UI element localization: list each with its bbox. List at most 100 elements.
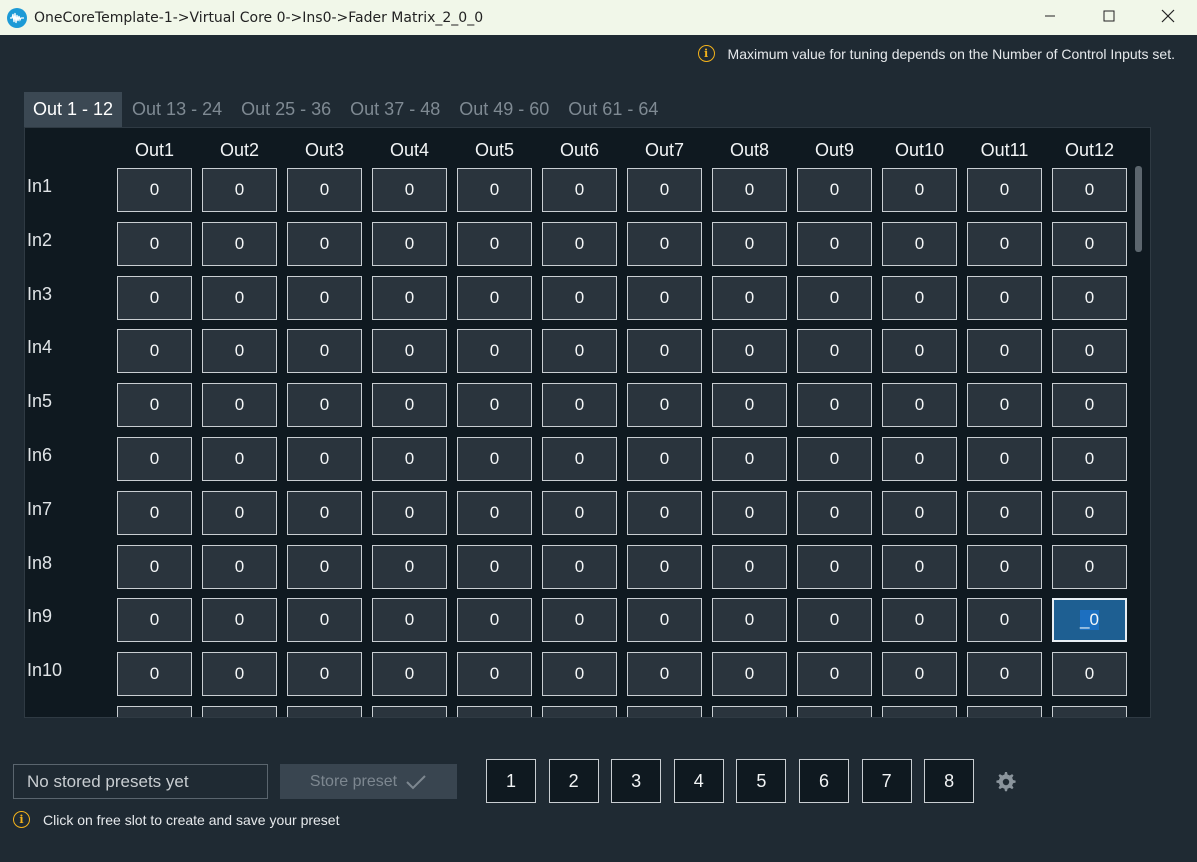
matrix-cell[interactable] — [542, 706, 617, 717]
matrix-cell[interactable]: 0 — [542, 168, 617, 212]
matrix-cell[interactable]: 0 — [117, 168, 192, 212]
matrix-cell[interactable]: 0 — [797, 329, 872, 374]
matrix-cell[interactable]: 0 — [797, 383, 872, 428]
matrix-cell[interactable]: 0 — [457, 329, 532, 374]
matrix-cell[interactable]: 0 — [202, 544, 277, 589]
store-preset-button[interactable]: Store preset — [280, 764, 457, 799]
matrix-cell[interactable]: 0 — [797, 598, 872, 643]
matrix-cell[interactable]: 0 — [372, 437, 447, 481]
matrix-cell[interactable]: 0 — [117, 652, 192, 697]
matrix-cell[interactable]: 0 — [1052, 275, 1127, 320]
matrix-cell[interactable]: 0 — [967, 437, 1042, 481]
matrix-cell[interactable]: 0 — [117, 598, 192, 643]
matrix-cell[interactable]: 0 — [457, 652, 532, 697]
matrix-cell[interactable]: 0 — [1052, 329, 1127, 374]
matrix-cell[interactable]: 0 — [712, 221, 787, 266]
matrix-cell[interactable]: 0 — [797, 275, 872, 320]
matrix-cell[interactable]: 0 — [967, 221, 1042, 266]
matrix-cell[interactable]: 0 — [117, 437, 192, 481]
matrix-cell[interactable]: 0 — [457, 437, 532, 481]
matrix-cell[interactable] — [797, 706, 872, 717]
tab-out-1[interactable]: Out 1 - 12 — [24, 92, 123, 127]
gear-icon[interactable] — [993, 770, 1017, 794]
matrix-cell[interactable]: 0 — [797, 168, 872, 212]
matrix-cell[interactable]: 0 — [882, 383, 957, 428]
matrix-cell[interactable]: 0 — [1052, 383, 1127, 428]
matrix-cell[interactable]: 0 — [202, 383, 277, 428]
matrix-cell[interactable]: 0 — [117, 544, 192, 589]
matrix-cell[interactable] — [967, 706, 1042, 717]
matrix-cell[interactable]: 0 — [457, 221, 532, 266]
matrix-cell[interactable] — [882, 706, 957, 717]
matrix-cell[interactable]: 0 — [797, 544, 872, 589]
matrix-cell[interactable]: 0 — [712, 383, 787, 428]
matrix-cell[interactable]: 0 — [797, 221, 872, 266]
matrix-cell[interactable]: 0 — [457, 168, 532, 212]
tab-out-4[interactable]: Out 37 - 48 — [341, 92, 449, 127]
matrix-cell[interactable]: 0 — [882, 598, 957, 643]
matrix-cell[interactable]: 0 — [287, 275, 362, 320]
preset-status-field[interactable]: No stored presets yet — [13, 764, 268, 799]
matrix-cell[interactable]: 0 — [202, 490, 277, 535]
matrix-cell[interactable]: 0 — [287, 437, 362, 481]
matrix-cell[interactable]: 0 — [1052, 168, 1127, 212]
matrix-cell[interactable]: 0 — [457, 544, 532, 589]
matrix-cell[interactable]: 0 — [542, 544, 617, 589]
close-button[interactable] — [1138, 0, 1197, 32]
matrix-cell[interactable]: 0 — [627, 221, 702, 266]
matrix-cell[interactable]: 0 — [967, 652, 1042, 697]
matrix-cell[interactable]: 0 — [372, 221, 447, 266]
matrix-cell[interactable]: 0 — [712, 275, 787, 320]
matrix-cell[interactable] — [1052, 706, 1127, 717]
matrix-cell[interactable]: 0 — [967, 544, 1042, 589]
matrix-cell[interactable]: 0 — [967, 383, 1042, 428]
matrix-cell[interactable]: 0 — [882, 275, 957, 320]
matrix-cell[interactable]: 0 — [542, 383, 617, 428]
matrix-cell[interactable]: 0 — [372, 329, 447, 374]
matrix-cell[interactable]: 0 — [202, 437, 277, 481]
matrix-cell[interactable]: 0 — [1052, 490, 1127, 535]
matrix-cell[interactable]: 0 — [712, 544, 787, 589]
matrix-cell[interactable]: 0 — [542, 490, 617, 535]
matrix-cell[interactable]: 0 — [627, 275, 702, 320]
matrix-cell[interactable]: 0 — [202, 329, 277, 374]
matrix-cell[interactable]: 0 — [372, 490, 447, 535]
matrix-cell[interactable]: 0 — [882, 437, 957, 481]
matrix-cell[interactable]: 0 — [882, 221, 957, 266]
preset-slot-2[interactable]: 2 — [548, 759, 599, 803]
matrix-cell[interactable]: 0 — [372, 383, 447, 428]
matrix-cell[interactable]: 0 — [542, 329, 617, 374]
matrix-cell[interactable]: 0 — [627, 168, 702, 212]
matrix-cell[interactable]: 0 — [117, 383, 192, 428]
matrix-cell[interactable]: 0 — [627, 598, 702, 643]
matrix-cell[interactable]: 0 — [287, 652, 362, 697]
matrix-cell[interactable]: 0 — [117, 221, 192, 266]
matrix-cell[interactable]: 0 — [882, 329, 957, 374]
matrix-cell[interactable]: 0 — [627, 329, 702, 374]
matrix-cell[interactable]: 0 — [542, 275, 617, 320]
matrix-cell[interactable]: 0 — [712, 437, 787, 481]
preset-slot-8[interactable]: 8 — [924, 759, 975, 803]
matrix-cell[interactable]: 0 — [1052, 652, 1127, 697]
matrix-cell[interactable]: 0 — [712, 490, 787, 535]
matrix-cell[interactable]: 0 — [627, 652, 702, 697]
tab-out-2[interactable]: Out 13 - 24 — [123, 92, 231, 127]
matrix-cell[interactable]: 0 — [287, 598, 362, 643]
matrix-cell[interactable]: 0 — [117, 329, 192, 374]
matrix-cell[interactable]: 0 — [627, 490, 702, 535]
matrix-cell[interactable]: 0 — [712, 652, 787, 697]
matrix-cell[interactable] — [372, 706, 447, 717]
preset-slot-5[interactable]: 5 — [736, 759, 787, 803]
matrix-cell[interactable]: 0 — [287, 383, 362, 428]
matrix-cell[interactable]: 0 — [372, 544, 447, 589]
matrix-cell[interactable]: 0 — [1052, 544, 1127, 589]
matrix-cell[interactable]: 0 — [372, 275, 447, 320]
matrix-cell[interactable]: 0 — [882, 652, 957, 697]
matrix-cell[interactable]: 0 — [882, 490, 957, 535]
matrix-cell[interactable]: 0 — [797, 652, 872, 697]
tab-out-3[interactable]: Out 25 - 36 — [232, 92, 340, 127]
matrix-cell[interactable]: 0 — [372, 168, 447, 212]
matrix-cell[interactable]: 0 — [457, 490, 532, 535]
matrix-cell[interactable]: 0 — [457, 598, 532, 643]
matrix-cell-selected[interactable]: _0 — [1052, 598, 1127, 643]
